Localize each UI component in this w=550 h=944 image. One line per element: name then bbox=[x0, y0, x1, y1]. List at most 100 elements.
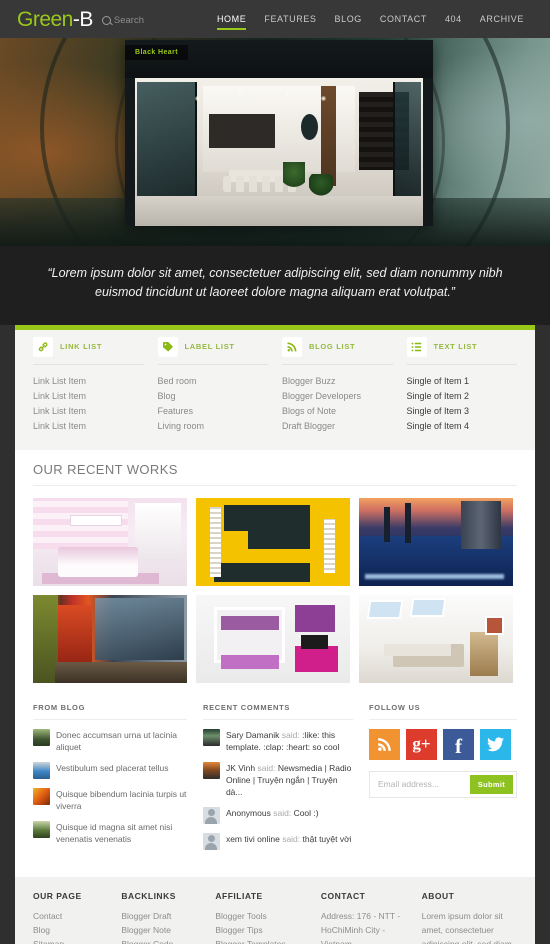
recent-works-section: OUR RECENT WORKS bbox=[15, 449, 535, 689]
google-plus-icon[interactable]: g+ bbox=[406, 728, 437, 760]
comment-author[interactable]: xem tivi online bbox=[226, 834, 280, 844]
logo-white-text: B bbox=[79, 7, 93, 31]
nav-item-404[interactable]: 404 bbox=[436, 0, 471, 38]
list-item[interactable]: xem tivi online said: thật tuyệt vời bbox=[202, 832, 353, 850]
post-title[interactable]: Donec accumsan urna ut lacinia aliquet bbox=[56, 729, 187, 753]
facebook-icon[interactable]: f bbox=[443, 728, 474, 760]
footer-links: Blogger Tools Blogger Tips Blogger Templ… bbox=[215, 909, 309, 944]
list-item[interactable]: Single of Item 1 bbox=[407, 374, 518, 389]
list-item[interactable]: Link List Item bbox=[33, 374, 144, 389]
widget-title: LABEL LIST bbox=[184, 342, 235, 352]
list-item[interactable]: Quisque bibendum lacinia turpis ut viver… bbox=[33, 787, 187, 812]
twitter-icon[interactable] bbox=[480, 728, 511, 760]
comment-author[interactable]: Anonymous bbox=[226, 808, 271, 818]
post-thumbnail-icon bbox=[33, 820, 50, 838]
avatar bbox=[202, 832, 220, 850]
list-item[interactable]: Vestibulum sed placerat tellus bbox=[33, 761, 187, 779]
nav-item-archive[interactable]: ARCHIVE bbox=[471, 0, 533, 38]
widget-follow-us: FOLLOW US g+ f Email address... Submit bbox=[369, 703, 517, 859]
footer-link[interactable]: Sitemap bbox=[33, 937, 109, 944]
hero-slider[interactable]: Black Heart bbox=[0, 38, 550, 246]
list-item[interactable]: Blogger Buzz bbox=[282, 374, 393, 389]
post-title[interactable]: Vestibulum sed placerat tellus bbox=[56, 762, 168, 779]
submit-button[interactable]: Submit bbox=[469, 774, 513, 794]
comment-author[interactable]: Sary Damanik bbox=[226, 730, 279, 740]
rss-icon[interactable] bbox=[369, 728, 400, 760]
list-item[interactable]: Blog bbox=[158, 389, 269, 404]
list-item[interactable]: Link List Item bbox=[33, 404, 144, 419]
comment-author[interactable]: JK Vinh bbox=[226, 763, 255, 773]
widget-title: RECENT COMMENTS bbox=[202, 703, 353, 720]
footer-link[interactable]: Blog bbox=[33, 923, 109, 937]
footer-link[interactable]: Contact bbox=[33, 909, 109, 923]
list-item[interactable]: Single of Item 2 bbox=[407, 389, 518, 404]
post-title[interactable]: Quisque id magna sit amet nisi venenatis… bbox=[56, 821, 187, 845]
list-item[interactable]: Blogger Developers bbox=[282, 389, 393, 404]
list-item[interactable]: Donec accumsan urna ut lacinia aliquet bbox=[33, 728, 187, 753]
work-thumbnail-yellow-bookshelf[interactable] bbox=[196, 497, 350, 586]
list-item[interactable]: JK Vinh said: Newsmedia | Radio Online |… bbox=[202, 761, 353, 798]
works-grid bbox=[33, 497, 517, 683]
footer-column-title: AFFILIATE bbox=[215, 890, 263, 901]
list-item[interactable]: Features bbox=[158, 404, 269, 419]
search-box[interactable] bbox=[101, 12, 174, 26]
list-item[interactable]: Link List Item bbox=[33, 389, 144, 404]
list-item[interactable]: Sary Damanik said: :like: this template.… bbox=[202, 728, 353, 753]
work-thumbnail-sunset-pool[interactable] bbox=[359, 497, 513, 586]
work-thumbnail-bunk-bed[interactable] bbox=[196, 594, 350, 683]
search-icon bbox=[101, 16, 111, 25]
post-thumbnail-icon bbox=[33, 728, 50, 746]
footer-column-title: ABOUT bbox=[421, 890, 455, 901]
widget-title: FOLLOW US bbox=[369, 703, 517, 720]
footer-column-contact: CONTACT Address: 176 - NTT - HoChiMinh C… bbox=[321, 891, 422, 944]
list-item[interactable]: Quisque id magna sit amet nisi venenatis… bbox=[33, 820, 187, 845]
work-thumbnail-attic-living-room[interactable] bbox=[359, 594, 513, 683]
hero-slide-image[interactable]: Black Heart bbox=[125, 40, 433, 226]
list-item[interactable]: Blogs of Note bbox=[282, 404, 393, 419]
footer-link[interactable]: Blogger Code bbox=[121, 937, 203, 944]
nav-item-features[interactable]: FEATURES bbox=[255, 0, 325, 38]
nav-item-contact[interactable]: CONTACT bbox=[371, 0, 436, 38]
footer-link[interactable]: Blogger Draft bbox=[121, 909, 203, 923]
footer-column-backlinks: BACKLINKS Blogger Draft Blogger Note Blo… bbox=[121, 891, 215, 944]
newsletter-form[interactable]: Submit bbox=[369, 770, 517, 798]
work-thumbnail-glass-house[interactable] bbox=[33, 594, 187, 683]
search-input[interactable] bbox=[113, 15, 174, 26]
link-icon bbox=[33, 336, 53, 357]
post-title[interactable]: Quisque bibendum lacinia turpis ut viver… bbox=[56, 788, 187, 812]
widget-title: BLOG LIST bbox=[309, 342, 356, 352]
top-widgets-row: LINK LIST Link List Item Link List Item … bbox=[33, 336, 518, 434]
post-thumbnail-icon bbox=[33, 761, 50, 779]
quote-banner: “Lorem ipsum dolor sit amet, consectetue… bbox=[0, 246, 550, 325]
widget-items: Bed room Blog Features Living room bbox=[158, 374, 269, 434]
list-item[interactable]: Link List Item bbox=[33, 419, 144, 434]
footer-column-title: OUR PAGE bbox=[33, 890, 82, 901]
about-text: Lorem ipsum dolor sit amet, consectetuer… bbox=[421, 910, 512, 944]
list-item[interactable]: Draft Blogger bbox=[282, 419, 393, 434]
footer-link[interactable]: Blogger Tips bbox=[215, 923, 309, 937]
list-item[interactable]: Single of Item 4 bbox=[407, 419, 518, 434]
email-field[interactable] bbox=[373, 775, 470, 794]
widget-title: LINK LIST bbox=[60, 342, 103, 352]
post-thumbnail-icon bbox=[33, 787, 50, 805]
comment-text: thật tuyệt vời bbox=[302, 833, 352, 844]
footer-link[interactable]: Blogger Note bbox=[121, 923, 203, 937]
page-title: OUR RECENT WORKS bbox=[33, 462, 517, 486]
list-item[interactable]: Single of Item 3 bbox=[407, 404, 518, 419]
site-logo[interactable]: Green-B bbox=[17, 9, 93, 30]
footer-link[interactable]: Blogger Tools bbox=[215, 909, 309, 923]
comment-text: Cool :) bbox=[293, 807, 319, 818]
list-item[interactable]: Anonymous said: Cool :) bbox=[202, 806, 353, 824]
footer-column-title: BACKLINKS bbox=[121, 890, 176, 901]
main-navigation: HOME FEATURES BLOG CONTACT 404 ARCHIVE bbox=[208, 0, 533, 38]
list-item[interactable]: Bed room bbox=[158, 374, 269, 389]
footer-column-title: CONTACT bbox=[320, 890, 366, 901]
rss-icon bbox=[282, 336, 302, 357]
comment-said-label: said: bbox=[281, 729, 300, 740]
widget-header: BLOG LIST bbox=[282, 336, 393, 365]
nav-item-home[interactable]: HOME bbox=[208, 0, 255, 38]
nav-item-blog[interactable]: BLOG bbox=[326, 0, 371, 38]
list-item[interactable]: Living room bbox=[158, 419, 269, 434]
work-thumbnail-pink-bedroom[interactable] bbox=[33, 497, 187, 586]
footer-link[interactable]: Blogger Templates bbox=[215, 937, 309, 944]
